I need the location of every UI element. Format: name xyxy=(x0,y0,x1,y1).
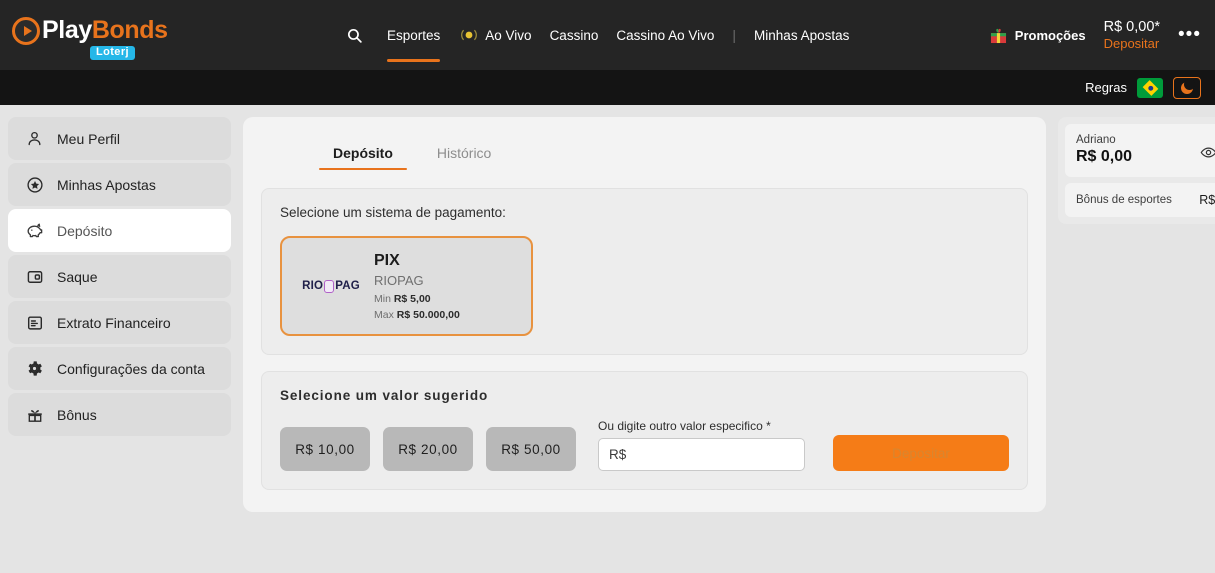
max-label: Max xyxy=(374,309,394,322)
sidebar-item-label: Saque xyxy=(57,268,98,285)
gift-icon xyxy=(989,26,1008,45)
payment-method-name: PIX xyxy=(374,251,400,269)
nav-label: Ao Vivo xyxy=(485,27,532,43)
tab-deposito[interactable]: Depósito xyxy=(319,136,407,172)
promotions-button[interactable]: Promoções xyxy=(989,26,1086,45)
account-name: Adriano xyxy=(1076,134,1116,146)
payment-section-title: Selecione um sistema de pagamento: xyxy=(280,205,506,220)
logo-loterj-badge: Loterj xyxy=(90,45,135,60)
nav-label: Esportes xyxy=(387,27,441,43)
moon-icon[interactable] xyxy=(1173,76,1201,99)
header-balance[interactable]: R$ 0,00* Depositar xyxy=(1104,18,1160,52)
nav-label: Minhas Apostas xyxy=(754,27,850,43)
amount-row: R$ 10,00 R$ 20,00 R$ 50,00 Ou digite out… xyxy=(280,419,1009,471)
gift-box-icon xyxy=(25,405,44,424)
sidebar-item-label: Bônus xyxy=(57,406,97,423)
sidebar-item-label: Minhas Apostas xyxy=(57,176,156,193)
tab-label: Histórico xyxy=(436,145,492,161)
play-circle-icon xyxy=(12,16,40,45)
account-sidebar: Meu Perfil Minhas Apostas Depósito Saque… xyxy=(8,117,231,439)
riopag-logo-right: PAG xyxy=(335,280,360,292)
page-body: Meu Perfil Minhas Apostas Depósito Saque… xyxy=(0,105,1215,512)
site-logo[interactable]: PlayBonds Loterj xyxy=(0,11,340,60)
payment-method-section: Selecione um sistema de pagamento: RIO P… xyxy=(261,188,1028,355)
nav-item-esportes[interactable]: Esportes xyxy=(387,0,441,70)
custom-amount-group: Ou digite outro valor especifico * xyxy=(598,419,805,471)
payment-method-max: Max R$ 50.000,00 xyxy=(374,308,460,322)
sports-bonus-value: R$ 0,00 xyxy=(1199,193,1215,207)
nav-item-ao-vivo[interactable]: Ao Vivo xyxy=(458,0,532,70)
deposit-submit-button[interactable]: Depositar xyxy=(833,435,1009,471)
sidebar-item-extrato-financeiro[interactable]: Extrato Financeiro xyxy=(8,301,231,344)
sidebar-item-minhas-apostas[interactable]: Minhas Apostas xyxy=(8,163,231,206)
sidebar-item-bonus[interactable]: Bônus xyxy=(8,393,231,436)
eye-icon[interactable] xyxy=(1200,144,1215,161)
nav-separator: | xyxy=(732,27,737,43)
riopag-logo: RIO PAG xyxy=(292,249,370,323)
piggy-bank-icon xyxy=(25,221,44,240)
tab-historico[interactable]: Histórico xyxy=(423,136,505,172)
custom-amount-label: Ou digite outro valor especifico * xyxy=(598,419,771,433)
main-nav: Esportes Ao Vivo Cassino Cassino Ao Vivo… xyxy=(340,0,849,70)
payment-method-pix[interactable]: RIO PAG PIX RIOPAG Min R$ 5,00 Max R$ 50… xyxy=(280,236,533,336)
deposit-panel: Depósito Histórico Selecione um sistema … xyxy=(243,117,1046,512)
sports-bonus-label: Bônus de esportes xyxy=(1076,194,1172,206)
amount-section: Selecione um valor sugerido R$ 10,00 R$ … xyxy=(261,371,1028,490)
payment-method-min: Min R$ 5,00 xyxy=(374,292,460,306)
logo-bonds-text: Bonds xyxy=(91,15,168,44)
sports-bonus-row: Bônus de esportes R$ 0,00 xyxy=(1065,183,1215,217)
sidebar-item-label: Extrato Financeiro xyxy=(57,314,171,331)
balance-box: Adriano R$ 0,00 xyxy=(1065,124,1215,177)
star-badge-icon xyxy=(25,175,44,194)
tab-label: Depósito xyxy=(333,145,393,161)
sidebar-item-saque[interactable]: Saque xyxy=(8,255,231,298)
deposit-link[interactable]: Depositar xyxy=(1104,36,1160,52)
top-header: PlayBonds Loterj Esportes Ao Vivo Cassin… xyxy=(0,0,1215,70)
sidebar-item-label: Meu Perfil xyxy=(57,130,121,147)
riopag-mark-icon xyxy=(324,279,335,293)
account-summary-panel: Adriano R$ 0,00 Bônus de esportes R$ xyxy=(1058,117,1215,224)
balance-amount: R$ 0,00* xyxy=(1103,18,1161,35)
deposit-tabs: Depósito Histórico xyxy=(261,131,1028,172)
ellipsis-icon[interactable]: ••• xyxy=(1178,25,1201,44)
amount-button-50[interactable]: R$ 50,00 xyxy=(486,427,576,471)
user-icon xyxy=(25,129,44,148)
brazil-flag-icon[interactable] xyxy=(1137,77,1163,98)
custom-amount-input[interactable] xyxy=(598,438,805,471)
riopag-logo-left: RIO xyxy=(302,280,324,292)
header-right-group: Promoções R$ 0,00* Depositar ••• xyxy=(989,18,1215,52)
gear-icon xyxy=(25,359,44,378)
sidebar-item-label: Configurações da conta xyxy=(57,360,205,377)
sidebar-item-meu-perfil[interactable]: Meu Perfil xyxy=(8,117,231,160)
logo-wordmark: PlayBonds xyxy=(42,15,168,44)
account-balance: R$ 0,00 xyxy=(1076,148,1133,165)
logo-play-text: Play xyxy=(42,15,92,44)
nav-item-cassino-ao-vivo[interactable]: Cassino Ao Vivo xyxy=(616,0,714,70)
nav-label: Cassino Ao Vivo xyxy=(616,27,715,43)
min-value: R$ 5,00 xyxy=(393,292,431,305)
live-dot-icon xyxy=(458,27,480,43)
wallet-icon xyxy=(25,267,44,286)
promotions-label: Promoções xyxy=(1014,27,1086,43)
nav-item-cassino[interactable]: Cassino xyxy=(550,0,599,70)
min-label: Min xyxy=(374,292,391,305)
sidebar-item-deposito[interactable]: Depósito xyxy=(8,209,231,252)
search-icon[interactable] xyxy=(340,27,369,44)
amount-section-title: Selecione um valor sugerido xyxy=(280,388,489,403)
sidebar-item-label: Depósito xyxy=(57,222,113,239)
amount-button-10[interactable]: R$ 10,00 xyxy=(280,427,370,471)
statement-icon xyxy=(25,313,44,332)
nav-item-minhas-apostas[interactable]: Minhas Apostas xyxy=(754,0,849,70)
sidebar-item-configuracoes-da-conta[interactable]: Configurações da conta xyxy=(8,347,231,390)
rules-link[interactable]: Regras xyxy=(1085,80,1127,95)
sub-header-bar: Regras xyxy=(0,70,1215,105)
nav-label: Cassino xyxy=(549,27,599,43)
max-value: R$ 50.000,00 xyxy=(396,309,460,322)
amount-button-20[interactable]: R$ 20,00 xyxy=(383,427,473,471)
payment-method-provider: RIOPAG xyxy=(374,273,424,289)
